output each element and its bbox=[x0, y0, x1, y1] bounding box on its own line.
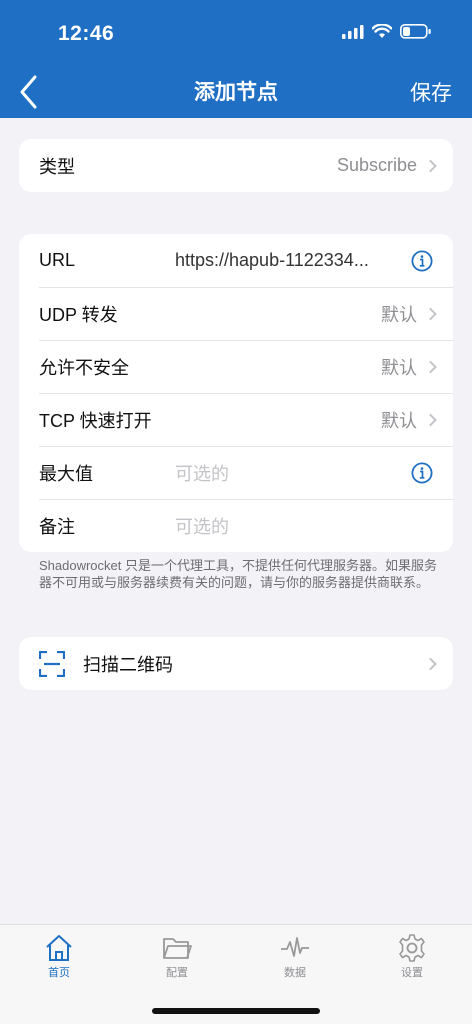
type-label: 类型 bbox=[39, 156, 75, 177]
settings-card: URL https://hapub-1122334... UDP 转发 默认 允… bbox=[19, 234, 453, 552]
activity-icon bbox=[281, 937, 309, 957]
tcp-fast-open-label: TCP 快速打开 bbox=[39, 410, 152, 431]
scan-card: 扫描二维码 bbox=[19, 637, 453, 690]
save-button[interactable]: 保存 bbox=[410, 77, 452, 107]
scan-qr-row[interactable]: 扫描二维码 bbox=[19, 637, 453, 690]
type-card: 类型 Subscribe bbox=[19, 139, 453, 192]
cellular-signal-icon bbox=[342, 24, 364, 39]
remark-input[interactable]: 可选的 bbox=[175, 513, 229, 539]
status-time: 12:46 bbox=[58, 22, 115, 45]
remark-row[interactable]: 备注 可选的 bbox=[19, 499, 453, 552]
tab-settings[interactable]: 设置 bbox=[372, 933, 452, 980]
insecure-value: 默认 bbox=[381, 357, 417, 378]
udp-row[interactable]: UDP 转发 默认 bbox=[19, 287, 453, 340]
remark-label: 备注 bbox=[39, 516, 75, 537]
page-title: 添加节点 bbox=[194, 81, 278, 104]
udp-label: UDP 转发 bbox=[39, 304, 118, 325]
tab-config-label: 配置 bbox=[166, 967, 188, 979]
tab-config[interactable]: 配置 bbox=[137, 933, 217, 980]
tcp-fast-open-value: 默认 bbox=[381, 410, 417, 431]
url-label: URL bbox=[39, 250, 76, 270]
info-icon[interactable] bbox=[411, 249, 433, 272]
max-row[interactable]: 最大值 可选的 bbox=[19, 446, 453, 499]
tab-home[interactable]: 首页 bbox=[19, 933, 99, 980]
insecure-label: 允许不安全 bbox=[39, 357, 129, 378]
tab-data-label: 数据 bbox=[284, 967, 306, 979]
wifi-icon bbox=[372, 24, 392, 38]
chevron-right-icon bbox=[424, 413, 437, 426]
scan-qr-label: 扫描二维码 bbox=[83, 654, 173, 675]
qr-scan-icon bbox=[39, 650, 65, 677]
gear-icon bbox=[399, 934, 425, 962]
app-header: 12:46 添加节点 保存 bbox=[0, 0, 472, 118]
tab-data[interactable]: 数据 bbox=[255, 933, 335, 980]
info-icon[interactable] bbox=[411, 461, 433, 484]
udp-value: 默认 bbox=[381, 304, 417, 325]
home-icon bbox=[46, 935, 72, 961]
tab-settings-label: 设置 bbox=[401, 967, 423, 979]
tab-home-label: 首页 bbox=[48, 967, 70, 979]
chevron-right-icon bbox=[424, 360, 437, 373]
status-icons bbox=[342, 24, 432, 39]
type-value: Subscribe bbox=[336, 155, 417, 175]
url-input[interactable]: https://hapub-1122334... bbox=[175, 250, 397, 271]
folder-icon bbox=[163, 938, 192, 959]
type-row[interactable]: 类型 Subscribe bbox=[19, 139, 453, 192]
home-indicator[interactable] bbox=[152, 1008, 320, 1014]
tcp-fast-open-row[interactable]: TCP 快速打开 默认 bbox=[19, 393, 453, 446]
max-label: 最大值 bbox=[39, 463, 93, 484]
insecure-row[interactable]: 允许不安全 默认 bbox=[19, 340, 453, 393]
disclaimer-text: Shadowrocket 只是一个代理工具，不提供任何代理服务器。如果服务器不可… bbox=[39, 558, 437, 590]
url-row[interactable]: URL https://hapub-1122334... bbox=[19, 234, 453, 287]
chevron-right-icon bbox=[424, 159, 437, 172]
battery-icon bbox=[400, 24, 431, 39]
max-input[interactable]: 可选的 bbox=[175, 460, 229, 486]
chevron-right-icon bbox=[424, 657, 437, 670]
chevron-right-icon bbox=[424, 307, 437, 320]
